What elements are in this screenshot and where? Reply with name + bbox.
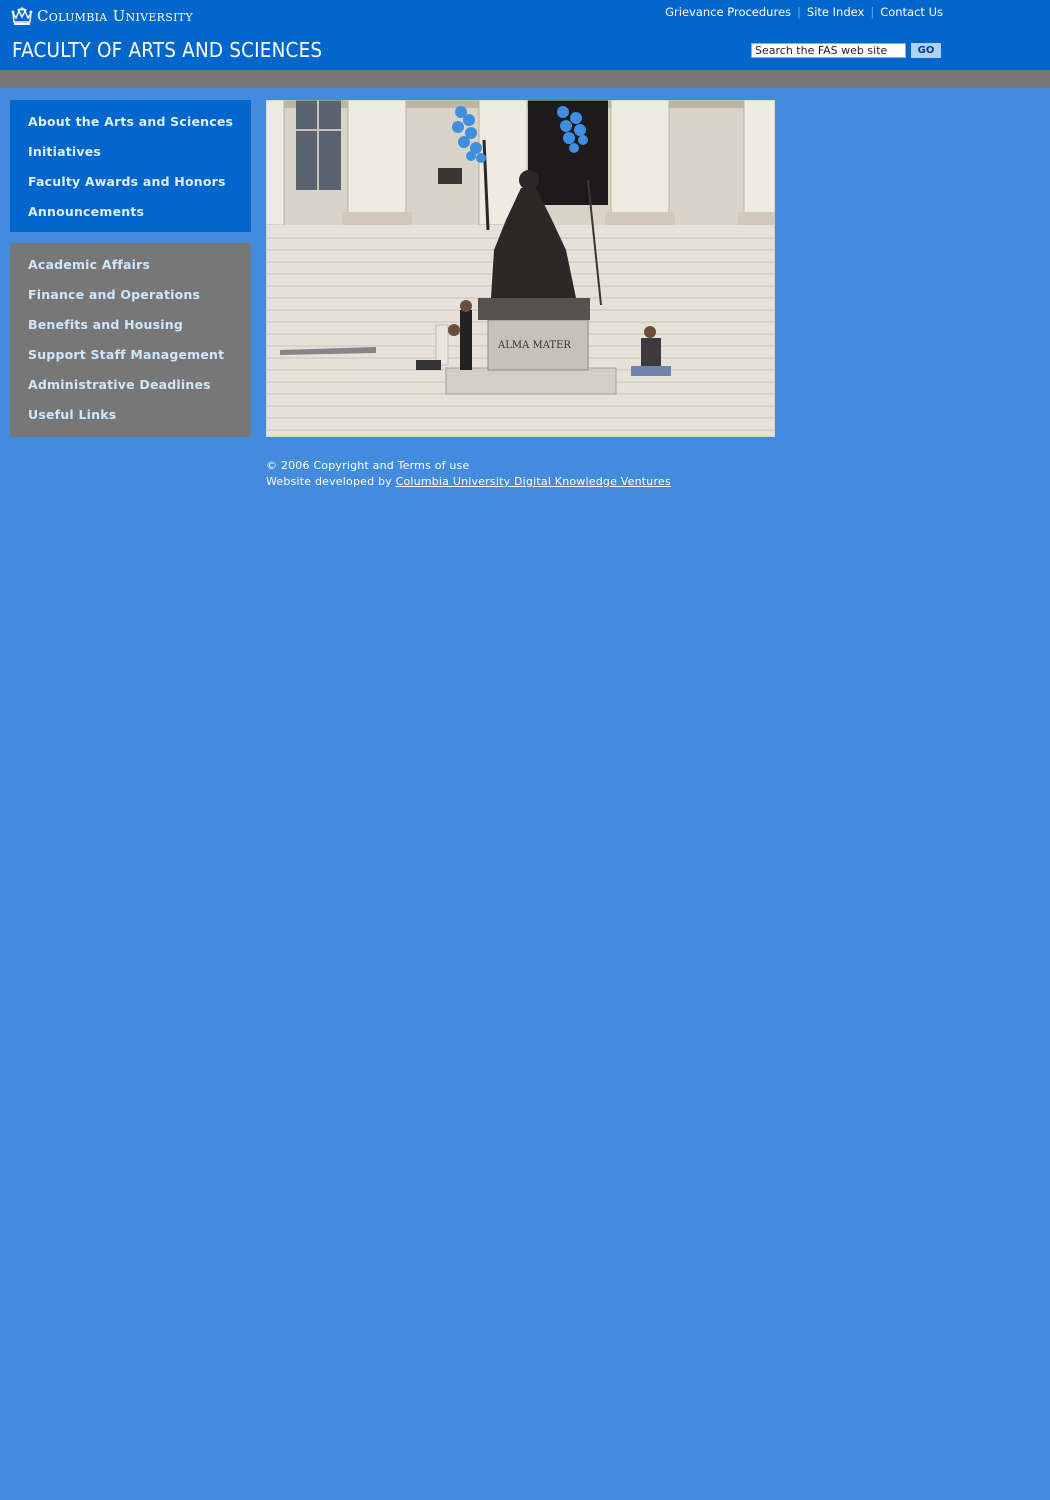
statue-inscription: ALMA MATER	[497, 340, 571, 351]
nav-item-faculty-awards[interactable]: Faculty Awards and Honors	[28, 174, 226, 190]
site-index-link[interactable]: Site Index	[807, 5, 864, 19]
nav-item-academic-affairs[interactable]: Academic Affairs	[28, 257, 150, 273]
nav-item-useful-links[interactable]: Useful Links	[28, 407, 116, 423]
alma-mater-photo: ALMA MATER	[266, 100, 775, 437]
hero-image: ALMA MATER	[266, 100, 775, 437]
contact-us-link[interactable]: Contact Us	[880, 5, 943, 19]
search-input[interactable]	[751, 43, 906, 58]
top-banner: Columbia University FACULTY OF ARTS AND …	[0, 0, 1050, 70]
developer-link[interactable]: Columbia University Digital Knowledge Ve…	[396, 475, 671, 488]
crown-icon	[11, 7, 33, 25]
developer-prefix: Website developed by	[266, 475, 392, 488]
columbia-logo[interactable]: Columbia University	[11, 5, 193, 27]
secondary-nav: Academic Affairs Finance and Operations …	[10, 243, 251, 437]
nav-item-announcements[interactable]: Announcements	[28, 204, 144, 220]
grievance-procedures-link[interactable]: Grievance Procedures	[665, 5, 791, 19]
page-title: FACULTY OF ARTS AND SCIENCES	[12, 38, 323, 62]
nav-item-support-staff[interactable]: Support Staff Management	[28, 347, 224, 363]
nav-item-finance-operations[interactable]: Finance and Operations	[28, 287, 200, 303]
primary-nav: About the Arts and Sciences Initiatives …	[10, 100, 251, 232]
separator: |	[797, 5, 801, 19]
gray-divider-bar	[0, 70, 1050, 88]
footer: © 2006 Copyright and Terms of use Websit…	[266, 458, 671, 490]
go-button[interactable]: GO	[911, 43, 941, 58]
nav-item-about[interactable]: About the Arts and Sciences	[28, 114, 233, 130]
nav-item-benefits-housing[interactable]: Benefits and Housing	[28, 317, 183, 333]
copyright-text: © 2006 Copyright and Terms of use	[266, 459, 470, 472]
developer-credit: Website developed by Columbia University…	[266, 474, 671, 490]
utility-nav: Grievance Procedures | Site Index | Cont…	[665, 5, 943, 19]
university-name: Columbia University	[37, 7, 193, 25]
separator: |	[870, 5, 875, 19]
nav-item-admin-deadlines[interactable]: Administrative Deadlines	[28, 377, 211, 393]
nav-item-initiatives[interactable]: Initiatives	[28, 144, 101, 160]
